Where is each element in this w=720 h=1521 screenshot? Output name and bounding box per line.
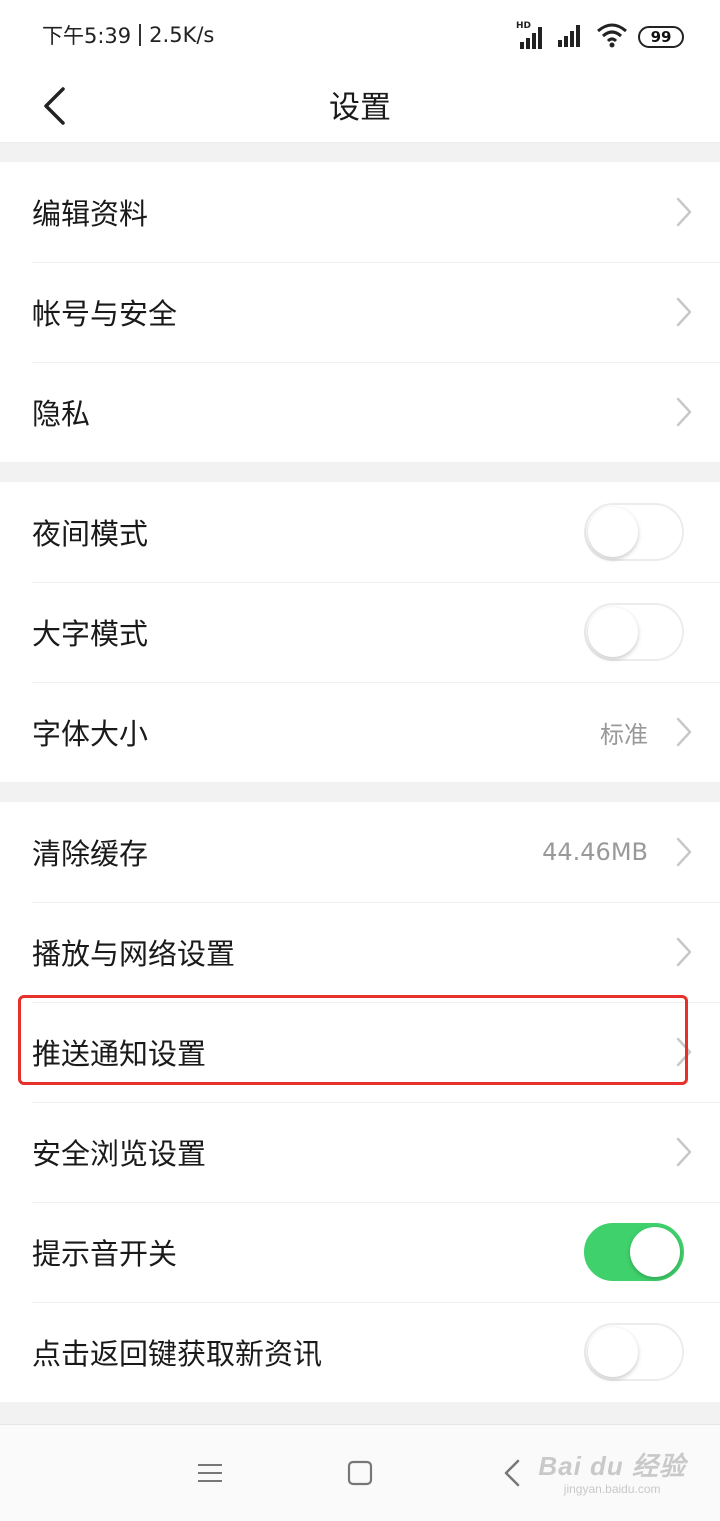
- playback-network-label: 播放与网络设置: [32, 937, 236, 971]
- watermark-main: Bai du 经验: [538, 1451, 686, 1481]
- night-mode-toggle[interactable]: [584, 503, 684, 561]
- privacy-item[interactable]: 隐私: [0, 362, 720, 462]
- navigation-bar: 设置: [0, 70, 720, 143]
- night-mode-item: 夜间模式: [0, 482, 720, 582]
- toggle-knob: [588, 607, 638, 657]
- font-size-value: 标准: [600, 720, 648, 749]
- safe-browsing-item[interactable]: 安全浏览设置: [0, 1102, 720, 1202]
- push-notification-item[interactable]: 推送通知设置: [0, 1002, 720, 1102]
- cache-size-value: 44.46MB: [542, 838, 648, 866]
- network-speed: 2.5K/s: [149, 23, 215, 47]
- status-right: HD 99: [516, 21, 684, 52]
- large-text-mode-toggle[interactable]: [584, 603, 684, 661]
- settings-group-display: 夜间模式 大字模式 字体大小 标准: [0, 482, 720, 782]
- toggle-knob: [588, 1327, 638, 1377]
- back-key-refresh-label: 点击返回键获取新资讯: [32, 1337, 323, 1371]
- menu-button[interactable]: [186, 1449, 234, 1497]
- chevron-right-icon: [674, 715, 694, 749]
- settings-group-general: 清除缓存 44.46MB 播放与网络设置 推送通知设置 安全浏览设置 提示音开关…: [0, 802, 720, 1402]
- signal-icon: [556, 22, 586, 52]
- status-time: 下午5:39: [42, 24, 132, 48]
- settings-group-account: 编辑资料 帐号与安全 隐私: [0, 162, 720, 462]
- chevron-right-icon: [674, 395, 694, 429]
- back-key-refresh-toggle[interactable]: [584, 1323, 684, 1381]
- large-text-mode-item: 大字模式: [0, 582, 720, 682]
- clear-cache-item[interactable]: 清除缓存 44.46MB: [0, 802, 720, 902]
- section-gap: [0, 782, 720, 802]
- push-notification-label: 推送通知设置: [32, 1037, 207, 1071]
- status-left: 下午5:39 2.5K/s: [42, 20, 214, 50]
- chevron-right-icon: [674, 295, 694, 329]
- toggle-knob: [588, 507, 638, 557]
- home-button[interactable]: [336, 1449, 384, 1497]
- chevron-right-icon: [674, 935, 694, 969]
- playback-network-item[interactable]: 播放与网络设置: [0, 902, 720, 1002]
- notification-sound-label: 提示音开关: [32, 1237, 178, 1271]
- chevron-right-icon: [674, 1135, 694, 1169]
- watermark-url: jingyan.baidu.com: [563, 1482, 661, 1496]
- font-size-label: 字体大小: [32, 717, 149, 751]
- account-security-label: 帐号与安全: [32, 297, 178, 331]
- notification-sound-item: 提示音开关: [0, 1202, 720, 1302]
- signal-hd-icon: HD: [516, 21, 546, 50]
- account-security-item[interactable]: 帐号与安全: [0, 262, 720, 362]
- chevron-right-icon: [674, 195, 694, 229]
- font-size-item[interactable]: 字体大小 标准: [0, 682, 720, 782]
- section-gap: [0, 1402, 720, 1424]
- menu-icon: [198, 1464, 222, 1482]
- safe-browsing-label: 安全浏览设置: [32, 1137, 207, 1171]
- system-navigation-bar: Bai du 经验 jingyan.baidu.com: [0, 1424, 720, 1521]
- toggle-knob: [630, 1227, 680, 1277]
- night-mode-label: 夜间模式: [32, 517, 149, 551]
- section-gap: [0, 143, 720, 162]
- square-icon: [347, 1460, 373, 1486]
- status-divider: [139, 24, 142, 46]
- system-back-button[interactable]: [488, 1449, 536, 1497]
- battery-indicator: 99: [638, 26, 684, 48]
- page-title: 设置: [329, 90, 391, 126]
- chevron-right-icon: [674, 835, 694, 869]
- large-text-mode-label: 大字模式: [32, 617, 149, 651]
- section-gap: [0, 462, 720, 482]
- status-bar: 下午5:39 2.5K/s HD 99: [0, 0, 720, 70]
- back-key-refresh-item: 点击返回键获取新资讯: [0, 1302, 720, 1402]
- triangle-back-icon: [504, 1459, 520, 1487]
- notification-sound-toggle[interactable]: [584, 1223, 684, 1281]
- baidu-jingyan-watermark: Bai du 经验 jingyan.baidu.com: [538, 1453, 686, 1495]
- wifi-icon: [596, 22, 628, 52]
- edit-profile-item[interactable]: 编辑资料: [0, 162, 720, 262]
- edit-profile-label: 编辑资料: [32, 197, 149, 231]
- chevron-right-icon: [674, 1035, 694, 1069]
- clear-cache-label: 清除缓存: [32, 837, 149, 871]
- privacy-label: 隐私: [32, 397, 91, 431]
